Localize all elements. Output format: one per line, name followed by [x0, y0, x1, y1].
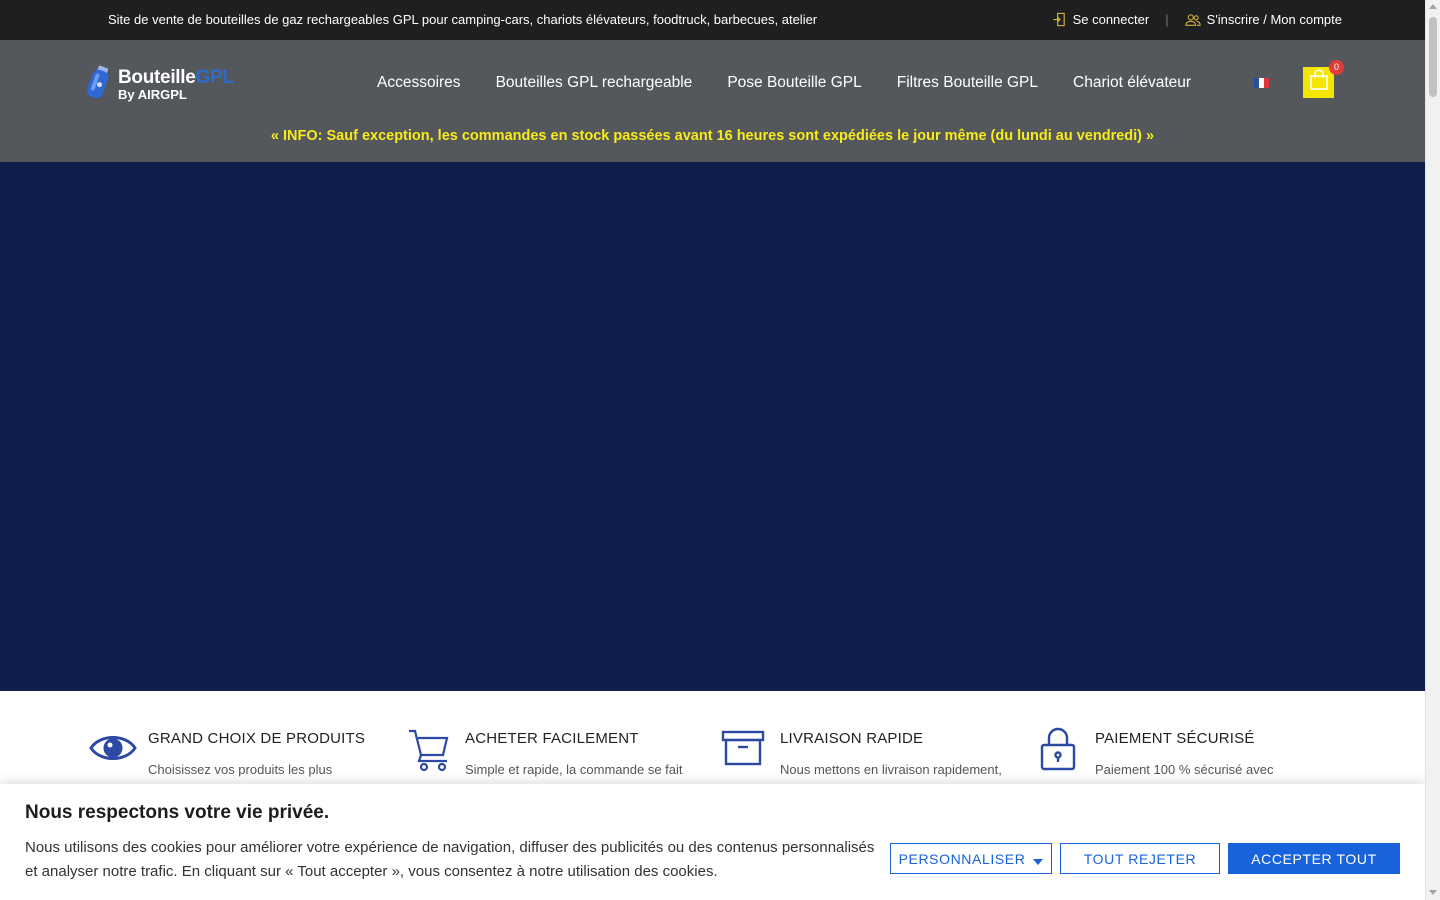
- main-nav: Accessoires Bouteilles GPL rechargeable …: [377, 74, 1191, 92]
- site-header: BouteilleGPL By AIRGPL Accessoires Boute…: [0, 40, 1425, 162]
- scrollbar-thumb[interactable]: [1429, 17, 1437, 97]
- register-label: S'inscrire / Mon compte: [1206, 12, 1342, 27]
- login-icon: [1052, 12, 1067, 27]
- nav-item-accessoires[interactable]: Accessoires: [377, 74, 461, 92]
- logo-title-accent: GPL: [195, 66, 234, 88]
- customize-label: PERSONNALISER: [898, 850, 1026, 867]
- nav-item-chariot[interactable]: Chariot élévateur: [1073, 74, 1191, 92]
- fr-flag-icon[interactable]: [1254, 78, 1269, 88]
- register-link[interactable]: S'inscrire / Mon compte: [1184, 12, 1342, 27]
- feature-item: ACHETER FACILEMENT Simple et rapide, la …: [405, 725, 683, 779]
- shopping-bag-icon: [1309, 69, 1329, 96]
- site-logo[interactable]: BouteilleGPL By AIRGPL: [82, 64, 234, 107]
- feature-text: Nous mettons en livraison rapidement,: [780, 762, 1002, 777]
- login-link[interactable]: Se connecter: [1052, 12, 1150, 27]
- logo-title: BouteilleGPL: [118, 66, 234, 88]
- cookie-title: Nous respectons votre vie privée.: [25, 802, 330, 823]
- feature-title: LIVRAISON RAPIDE: [780, 730, 924, 747]
- feature-text: Choisissez vos produits les plus: [148, 762, 333, 777]
- cart-count-badge: 0: [1329, 60, 1344, 75]
- cart-button[interactable]: 0: [1303, 60, 1344, 98]
- gas-bottle-logo-icon: [82, 64, 114, 107]
- cookie-consent-banner: Nous respectons votre vie privée. Nous u…: [0, 784, 1425, 900]
- accept-all-button[interactable]: ACCEPTER TOUT: [1228, 843, 1400, 874]
- shipping-info-banner: « INFO: Sauf exception, les commandes en…: [270, 128, 1155, 144]
- box-icon: [720, 725, 770, 775]
- scroll-up-arrow-icon[interactable]: [1429, 4, 1437, 9]
- nav-item-pose-bouteille[interactable]: Pose Bouteille GPL: [727, 74, 861, 92]
- page-scrollbar[interactable]: [1425, 0, 1440, 900]
- feature-item: GRAND CHOIX DE PRODUITS Choisissez vos p…: [88, 725, 365, 779]
- cart-icon: [405, 725, 455, 775]
- account-links: Se connecter | S'inscrire / Mon compte: [1052, 12, 1342, 27]
- cookie-text: Nous utilisons des cookies pour améliore…: [25, 839, 875, 880]
- scroll-down-arrow-icon[interactable]: [1429, 890, 1437, 895]
- logo-title-main: Bouteille: [118, 66, 196, 88]
- feature-text: Paiement 100 % sécurisé avec: [1095, 762, 1274, 777]
- customize-button[interactable]: PERSONNALISER: [890, 843, 1052, 874]
- eye-icon: [88, 725, 138, 775]
- feature-title: ACHETER FACILEMENT: [465, 730, 639, 747]
- chevron-down-icon: [1033, 858, 1044, 865]
- top-bar: Site de vente de bouteilles de gaz recha…: [0, 0, 1425, 40]
- feature-item: PAIEMENT SÉCURISÉ Paiement 100 % sécuris…: [1035, 725, 1273, 779]
- users-icon: [1184, 13, 1201, 27]
- lock-icon: [1035, 725, 1085, 775]
- site-tagline: Site de vente de bouteilles de gaz recha…: [108, 12, 818, 27]
- logo-subtitle: By AIRGPL: [118, 86, 187, 102]
- account-separator: |: [1165, 12, 1169, 27]
- hero-banner: [0, 162, 1425, 691]
- login-label: Se connecter: [1072, 12, 1150, 27]
- feature-item: LIVRAISON RAPIDE Nous mettons en livrais…: [720, 725, 1002, 779]
- feature-text: Simple et rapide, la commande se fait: [465, 762, 683, 777]
- nav-item-bouteilles-gpl[interactable]: Bouteilles GPL rechargeable: [496, 74, 693, 92]
- reject-all-button[interactable]: TOUT REJETER: [1060, 843, 1220, 874]
- nav-item-filtres[interactable]: Filtres Bouteille GPL: [897, 74, 1038, 92]
- feature-title: PAIEMENT SÉCURISÉ: [1095, 730, 1255, 747]
- feature-title: GRAND CHOIX DE PRODUITS: [148, 730, 366, 747]
